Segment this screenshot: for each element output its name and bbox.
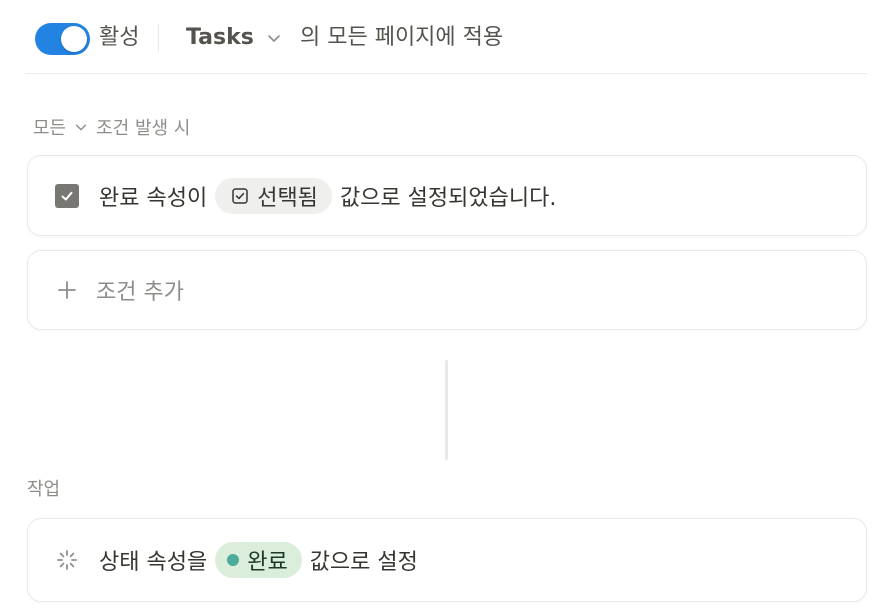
actions-section-label: 작업: [27, 479, 61, 500]
action-row: 상태 속성을 완료 값으로 설정: [55, 519, 418, 601]
action-suffix: 값으로 설정: [309, 550, 418, 575]
condition-suffix: 값으로 설정되었습니다.: [339, 185, 557, 211]
active-label: 활성: [99, 25, 140, 50]
database-name: Tasks: [186, 25, 254, 50]
chevron-down-icon: [268, 35, 280, 42]
checkbox-checked-icon: [55, 183, 79, 208]
automation-header: 활성 Tasks 의 모든 페이지에 적용: [0, 0, 888, 76]
header-divider-line: [25, 73, 867, 74]
trigger-label-suffix: 조건 발생 시: [96, 118, 191, 139]
action-prefix: 상태 속성을: [99, 550, 208, 575]
apply-scope-text: 의 모든 페이지에 적용: [300, 25, 504, 50]
add-condition-label: 조건 추가: [96, 280, 184, 305]
action-card[interactable]: 상태 속성을 완료 값으로 설정: [27, 518, 867, 602]
chevron-down-icon: [76, 124, 87, 131]
active-toggle[interactable]: [35, 23, 90, 55]
trigger-mode-select[interactable]: 모든: [33, 114, 88, 140]
checked-square-icon: [232, 187, 248, 204]
condition-card[interactable]: 완료 속성이 선택됨 값으로 설정되었습니다.: [27, 155, 867, 236]
toggle-knob: [61, 26, 87, 52]
flow-connector: [445, 360, 448, 460]
header-divider: [158, 24, 159, 52]
condition-prefix: 완료 속성이: [99, 185, 208, 211]
action-value-label: 완료: [247, 550, 288, 575]
condition-row: 완료 속성이 선택됨 값으로 설정되었습니다.: [55, 156, 556, 235]
add-condition-card[interactable]: 조건 추가: [27, 250, 867, 330]
trigger-mode-label: 모든: [33, 118, 67, 139]
plus-icon: [58, 281, 76, 299]
database-select[interactable]: Tasks: [186, 22, 282, 54]
add-condition-button[interactable]: 조건 추가: [56, 251, 184, 329]
trigger-label: 모든 조건 발생 시: [33, 112, 190, 142]
spinner-icon: [57, 550, 77, 570]
status-dot-icon: [227, 554, 240, 566]
action-value-pill[interactable]: 완료: [215, 542, 302, 578]
condition-value-label: 선택됨: [257, 185, 318, 211]
condition-value-pill[interactable]: 선택됨: [215, 177, 332, 214]
